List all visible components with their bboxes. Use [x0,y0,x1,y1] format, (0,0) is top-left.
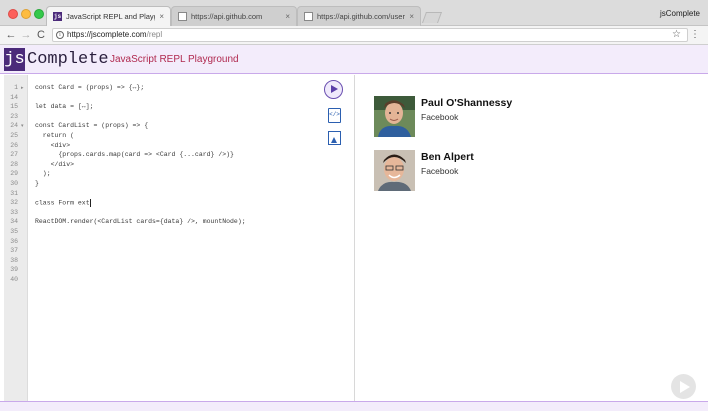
line-number: 38 [10,256,18,264]
browser-menu-icon[interactable]: ⋮ [690,28,700,42]
line-number: 24 [10,122,18,130]
code-text: <div> [35,141,71,149]
code-text: const CardList = (props) => { [35,122,149,130]
code-text: return ( [35,132,75,139]
tab-title: https://api.github.com/users/ [317,12,406,21]
line-number: 25 [10,132,18,139]
code-text: ); [35,170,51,178]
browser-tab-repl[interactable]: js JavaScript REPL and Playground × [46,6,171,26]
page-favicon-icon [304,12,313,21]
code-text: ReactDOM.render(<CardList cards={data} /… [35,218,246,226]
info-icon[interactable]: i [56,31,64,39]
line-number: 1 [14,84,18,91]
app-footer-bar [0,401,708,411]
code-text: class Form ext [35,199,90,207]
view-code-button[interactable]: </> [328,108,341,123]
line-number: 15 [10,103,18,111]
line-number: 36 [10,237,18,245]
card-company: Facebook [421,112,459,122]
tab-close-icon[interactable]: × [285,12,290,21]
app-header: js Complete JavaScript REPL Playground [0,45,708,74]
profile-card: Ben Alpert Facebook [374,150,674,192]
text-cursor [89,199,91,208]
tab-title: https://api.github.com [191,12,263,21]
preview-pane: Paul O'Shannessy Facebook Ben Alpert Fac… [355,75,704,401]
bookmark-star-icon[interactable]: ☆ [672,28,681,42]
browser-tab-api-github-users[interactable]: https://api.github.com/users/ × [297,6,421,26]
code-line[interactable]: } [35,180,39,187]
forward-arrow-icon[interactable]: → [19,28,33,42]
line-number: 32 [10,199,18,207]
code-line[interactable]: class Form ext [35,199,91,208]
code-line[interactable]: let data = [↔]; [35,103,94,110]
tab-title: JavaScript REPL and Playground [66,12,155,21]
code-editor[interactable]: 1 ▸ const Card = (props) => {↔}; 14 15 let da… [4,75,355,401]
window-minimize-button[interactable] [21,9,31,19]
code-line[interactable]: <div> [35,141,71,149]
tab-close-icon[interactable]: × [409,12,414,21]
card-name: Paul O'Shannessy [421,97,513,109]
code-line[interactable]: </div> [35,161,74,168]
code-text: } [35,180,39,187]
logo-wordmark[interactable]: Complete [27,48,109,71]
profile-card: Paul O'Shannessy Facebook [374,96,674,138]
back-arrow-icon[interactable]: ← [4,28,18,42]
browser-tab-strip: js JavaScript REPL and Playground × http… [0,0,708,26]
url-path: /repl [146,30,163,39]
url-host: https://jscomplete.com [67,30,147,39]
browser-tab-api-github[interactable]: https://api.github.com × [171,6,297,26]
line-number: 14 [10,93,18,101]
tab-close-icon[interactable]: × [159,12,164,21]
page-favicon-icon [178,12,187,21]
line-number: 31 [10,189,18,197]
card-company: Facebook [421,166,459,176]
line-number: 30 [10,180,18,187]
line-number: 37 [10,247,18,255]
code-text: {props.cards.map(card => <Card {...card}… [35,151,234,159]
code-line[interactable]: ); [35,170,51,177]
profile-name[interactable]: jsComplete [660,9,700,18]
line-number: 26 [10,141,18,149]
code-line[interactable]: ReactDOM.render(<CardList cards={data} /… [35,218,246,225]
line-number: 39 [10,266,18,274]
run-button[interactable] [324,80,343,99]
code-line[interactable]: {props.cards.map(card => <Card {...card}… [35,151,234,158]
logo-js-mark[interactable]: js [4,48,25,71]
line-number: 23 [10,112,18,120]
browser-toolbar: ← → C i https://jscomplete.com/repl ☆ ⋮ [0,26,708,45]
reload-icon[interactable]: C [34,28,48,42]
code-line[interactable]: return ( [35,132,74,139]
code-text: const Card = (props) => {↔}; [35,84,145,91]
window-close-button[interactable] [8,9,18,19]
line-number: 35 [10,228,18,235]
jscomplete-favicon-icon: js [53,12,62,21]
avatar [374,96,415,137]
code-text: </div> [35,160,75,168]
avatar [374,150,415,191]
code-icon: </> [329,111,340,118]
page-subtitle: JavaScript REPL Playground [110,54,239,65]
fold-toggle-icon[interactable]: ▸ [21,85,24,91]
window-zoom-button[interactable] [34,9,44,19]
fold-toggle-icon[interactable]: ▾ [21,123,24,129]
code-line[interactable]: const Card = (props) => {↔}; [35,84,144,91]
code-text: let data = [↔]; [35,103,94,111]
address-bar[interactable]: i https://jscomplete.com/repl [52,28,688,42]
play-overlay-button[interactable] [671,374,696,399]
line-number: 27 [10,151,18,159]
line-number: 29 [10,170,18,178]
code-line[interactable]: const CardList = (props) => { [35,122,148,129]
line-number: 33 [10,208,18,216]
image-icon[interactable] [328,131,341,145]
line-number: 28 [10,160,18,168]
card-name: Ben Alpert [421,151,474,163]
line-number: 34 [10,218,18,226]
line-number: 40 [10,276,18,283]
new-tab-button[interactable] [421,12,443,23]
